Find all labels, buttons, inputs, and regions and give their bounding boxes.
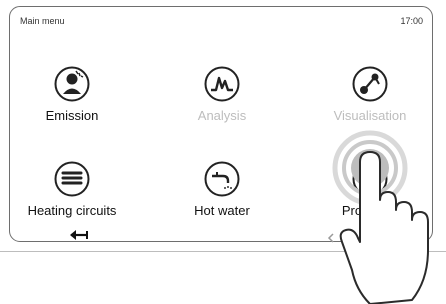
back-arrow-icon[interactable] — [67, 227, 89, 243]
analysis-icon — [204, 66, 240, 102]
menu-tile-label: Emission — [45, 108, 99, 123]
menu-tile-label: Hot water — [194, 203, 250, 218]
menu-tile-heating-circuits[interactable]: Heating circuits — [12, 161, 132, 233]
menu-tile-visualisation[interactable]: Visualisation — [310, 66, 430, 138]
clock: 17:00 — [400, 16, 423, 26]
page-title: Main menu — [20, 16, 65, 26]
menu-tile-label: Analysis — [197, 108, 247, 123]
visualisation-icon — [352, 66, 388, 102]
menu-tile-label: Heating circuits — [27, 203, 117, 218]
emission-icon — [54, 66, 90, 102]
device-panel: Main menu 17:00 Emission Analysis Visual… — [0, 0, 446, 252]
hot-water-icon — [204, 161, 240, 197]
programs-icon — [352, 161, 388, 197]
menu-tile-analysis[interactable]: Analysis — [162, 66, 282, 138]
menu-tile-label: Visualisation — [333, 108, 407, 123]
touch-screen: Main menu 17:00 Emission Analysis Visual… — [9, 6, 433, 245]
menu-tile-emission[interactable]: Emission — [12, 66, 132, 138]
menu-tile-hot-water[interactable]: Hot water — [162, 161, 282, 233]
heating-circuits-icon — [54, 161, 90, 197]
chevron-left-icon[interactable] — [326, 231, 336, 245]
menu-tile-label: Programs — [341, 203, 399, 218]
menu-tile-programs[interactable]: Programs — [310, 161, 430, 233]
